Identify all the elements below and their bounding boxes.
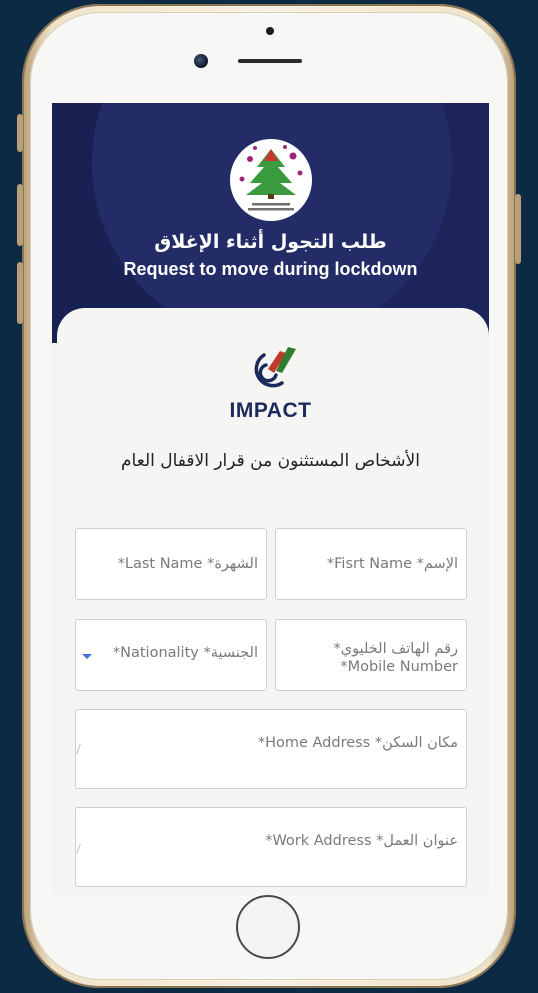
volume-down-button (17, 262, 23, 324)
work-address-placeholder: عنوان العمل* Work Address* (265, 833, 458, 849)
chevron-down-icon (82, 654, 92, 659)
mobile-number-label-en: Mobile Number* (340, 659, 458, 675)
impact-logo-icon (254, 347, 296, 388)
mobile-number-label-ar: رقم الهاتف الخليوي* (333, 641, 458, 657)
volume-up-button (17, 184, 23, 246)
nationality-select[interactable]: الجنسية* Nationality* (75, 619, 267, 691)
page-header: طلب التجول أثناء الإغلاق Request to move… (52, 103, 489, 343)
front-camera (194, 54, 208, 68)
mobile-number-field[interactable]: رقم الهاتف الخليوي* Mobile Number* (275, 619, 467, 691)
page-title-arabic: طلب التجول أثناء الإغلاق (154, 231, 387, 253)
home-address-textarea[interactable]: مكان السكن* Home Address* (75, 709, 467, 789)
home-address-placeholder: مكان السكن* Home Address* (257, 735, 458, 751)
resize-handle-icon (76, 744, 87, 754)
page-title-english: Request to move during lockdown (123, 259, 418, 279)
first-name-placeholder: الإسم* Fisrt Name* (326, 556, 458, 572)
earpiece-speaker (238, 59, 302, 63)
last-name-field[interactable]: الشهرة* Last Name* (75, 528, 267, 600)
proximity-sensor (266, 27, 274, 35)
form-subtitle: الأشخاص المستثنون من قرار الاقفال العام (121, 451, 420, 471)
resize-handle-icon (76, 844, 87, 854)
screen: طلب التجول أثناء الإغلاق Request to move… (52, 103, 489, 895)
power-button (515, 194, 521, 264)
home-button[interactable] (236, 895, 300, 959)
work-address-textarea[interactable]: عنوان العمل* Work Address* (75, 807, 467, 887)
nationality-placeholder: الجنسية* Nationality* (112, 645, 258, 661)
brand-name: IMPACT (229, 399, 312, 422)
cedar-logo-icon (239, 145, 303, 211)
mute-switch (17, 114, 23, 152)
committee-logo (230, 139, 312, 221)
last-name-placeholder: الشهرة* Last Name* (117, 556, 258, 572)
first-name-field[interactable]: الإسم* Fisrt Name* (275, 528, 467, 600)
